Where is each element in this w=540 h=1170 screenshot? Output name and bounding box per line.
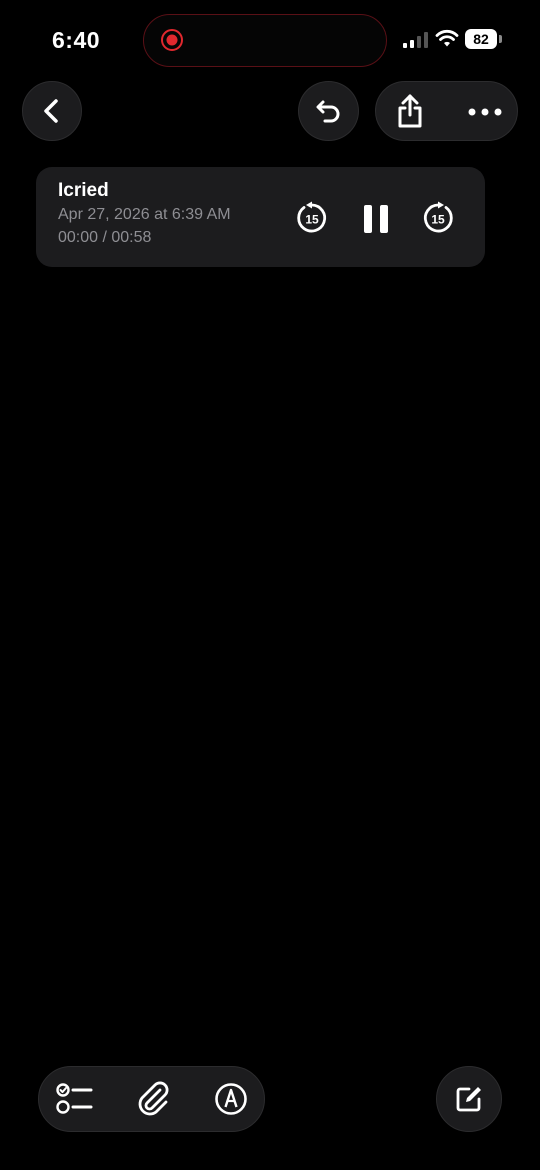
battery-indicator: 82 (465, 29, 503, 49)
share-button[interactable] (390, 90, 430, 132)
status-time: 6:40 (52, 27, 101, 53)
wifi-icon (435, 29, 459, 47)
playback-time: 00:00 / 00:58 (58, 229, 152, 246)
compose-icon (456, 1087, 481, 1112)
checklist-icon[interactable] (55, 1081, 95, 1117)
recording-indicator-icon (161, 29, 183, 51)
audio-recording-card[interactable]: Icried Apr 27, 2026 at 6:39 AM 00:00 / 0… (36, 167, 485, 267)
recording-date: Apr 27, 2026 at 6:39 AM (58, 206, 231, 223)
skip-forward-15-icon[interactable]: 15 (421, 201, 455, 235)
recording-title: Icried (58, 180, 109, 201)
bottom-toolbar (38, 1066, 265, 1132)
compose-button[interactable] (436, 1066, 502, 1132)
chevron-left-icon (44, 99, 58, 123)
markup-pen-icon[interactable] (214, 1082, 248, 1116)
back-button[interactable] (22, 81, 82, 141)
more-button[interactable] (462, 92, 508, 132)
undo-icon (316, 100, 339, 123)
share-more-group (375, 81, 518, 141)
pause-button[interactable] (361, 203, 391, 235)
dynamic-island (143, 14, 387, 67)
share-icon (398, 94, 422, 128)
paperclip-icon[interactable] (136, 1081, 172, 1117)
ellipsis-icon (468, 108, 502, 116)
undo-button[interactable] (298, 81, 359, 141)
skip-back-15-icon[interactable]: 15 (295, 201, 329, 235)
battery-cap (499, 35, 502, 43)
battery-level: 82 (465, 29, 497, 49)
skip-forward-label: 15 (431, 213, 445, 227)
skip-back-label: 15 (305, 213, 319, 227)
cellular-signal-icon (403, 32, 428, 48)
